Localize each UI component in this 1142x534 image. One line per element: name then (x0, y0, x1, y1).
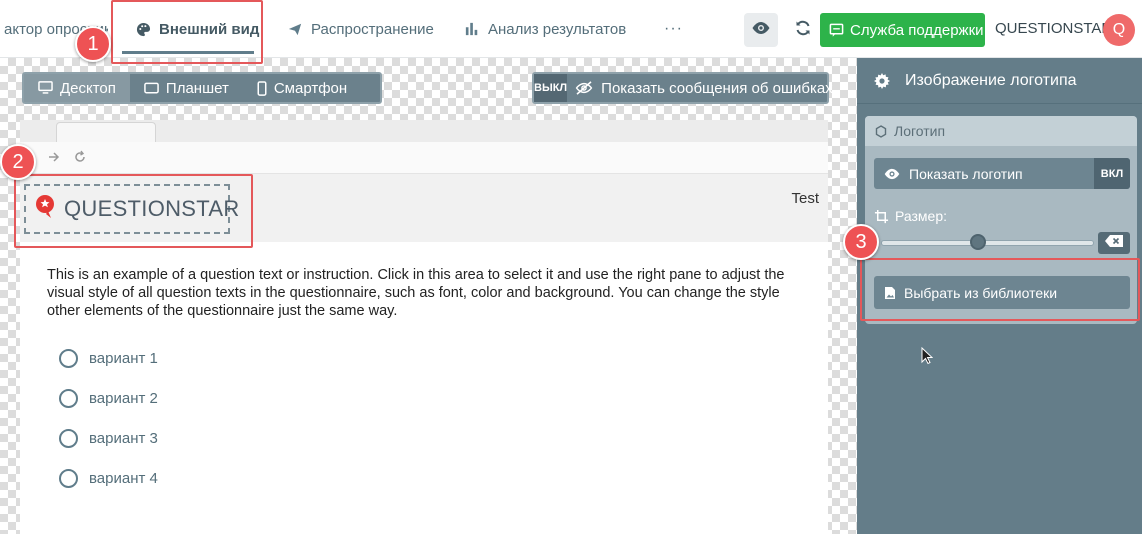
send-icon (286, 20, 304, 38)
logo-section-header: Логотип (865, 116, 1137, 146)
forward-arrow-icon (48, 150, 60, 166)
section-title: Логотип (894, 123, 946, 139)
eye-icon (751, 21, 771, 40)
device-label: Десктоп (60, 79, 116, 97)
more-icon: ··· (664, 20, 683, 37)
show-logo-label: Показать логотип (874, 166, 1094, 182)
backspace-icon (1105, 234, 1123, 252)
survey-header[interactable]: QUESTIONSTAR Test (20, 174, 828, 242)
answer-option[interactable]: вариант 2 (59, 389, 158, 408)
properties-panel: Изображение логотипа Логотип Показать ло… (857, 58, 1142, 534)
device-label: Смартфон (273, 79, 348, 97)
show-errors-label: Показать сообщения об ошибках (567, 80, 833, 97)
answer-option[interactable]: вариант 1 (59, 349, 158, 368)
toggle-label: Показать сообщения об ошибках (601, 79, 833, 97)
size-slider-handle[interactable] (969, 234, 986, 250)
browser-tab (56, 122, 156, 142)
step-marker-2: 2 (0, 144, 36, 180)
question-text[interactable]: This is an example of a question text or… (47, 266, 807, 320)
tab-label: Внешний вид (159, 20, 260, 38)
clear-size-button[interactable] (1098, 232, 1130, 254)
avatar[interactable]: Q (1103, 14, 1135, 46)
toggle-state-badge: ВКЛ (1094, 158, 1130, 189)
support-label: Служба поддержки (850, 21, 984, 39)
tab-results-analysis[interactable]: Анализ результатов (463, 0, 626, 58)
choose-from-library-button[interactable]: Выбрать из библиотеки (874, 276, 1130, 309)
option-label: вариант 3 (89, 430, 158, 447)
device-smartphone-button[interactable]: Смартфон (243, 74, 361, 102)
chat-icon (829, 23, 844, 38)
survey-logo[interactable]: QUESTIONSTAR (24, 184, 239, 234)
tab-distribution[interactable]: Распространение (286, 0, 434, 58)
hexagon-icon (875, 124, 887, 138)
toggle-label: Показать логотип (909, 165, 1023, 182)
step-marker-3: 3 (843, 224, 879, 260)
radio-button[interactable] (59, 349, 78, 368)
option-label: вариант 1 (89, 350, 158, 367)
top-navigation-bar: актор опросника Внешний вид Распростране… (0, 0, 1142, 58)
logo-text: QUESTIONSTAR (64, 196, 240, 221)
smartphone-icon (257, 80, 267, 96)
questionstar-logo-icon (34, 194, 56, 225)
step-marker-1: 1 (75, 26, 111, 62)
browser-tab-bar (20, 120, 828, 142)
sync-icon (794, 19, 812, 42)
image-file-icon (884, 286, 896, 300)
eye-icon (883, 168, 901, 180)
radio-button[interactable] (59, 389, 78, 408)
panel-title: Изображение логотипа (905, 71, 1077, 89)
size-label-text: Размер: (895, 208, 948, 224)
device-tablet-button[interactable]: Планшет (130, 74, 243, 102)
reload-icon (74, 150, 86, 166)
account-name[interactable]: QUESTIONSTAR (995, 20, 1112, 37)
panel-header: Изображение логотипа (857, 58, 1142, 104)
answer-option[interactable]: вариант 3 (59, 429, 158, 448)
bar-chart-icon (463, 20, 481, 38)
show-errors-toggle[interactable]: ВЫКЛ Показать сообщения об ошибках (532, 72, 833, 104)
option-label: вариант 2 (89, 390, 158, 407)
active-tab-indicator (122, 51, 254, 54)
device-label: Планшет (165, 79, 229, 97)
crop-icon (874, 209, 889, 224)
gear-icon (874, 72, 890, 89)
logo-settings-card: Логотип Показать логотип ВКЛ Размер: Выб… (865, 116, 1137, 324)
browser-preview: QUESTIONSTAR Test This is an example of … (20, 120, 828, 534)
show-logo-toggle[interactable]: Показать логотип ВКЛ (874, 158, 1130, 189)
size-label: Размер: (874, 208, 947, 224)
tab-label: Анализ результатов (488, 20, 627, 38)
radio-button[interactable] (59, 469, 78, 488)
preview-button[interactable] (744, 13, 778, 47)
device-desktop-button[interactable]: Десктоп (24, 74, 130, 102)
header-text[interactable]: Test (791, 190, 819, 207)
browser-nav-bar (20, 142, 828, 174)
mouse-cursor-icon (921, 346, 934, 370)
size-slider-track[interactable] (881, 240, 1094, 246)
sync-button[interactable] (790, 17, 816, 43)
palette-icon (134, 20, 152, 38)
option-label: вариант 4 (89, 470, 158, 487)
more-menu-button[interactable]: ··· (664, 0, 683, 58)
desktop-icon (38, 81, 53, 95)
device-switcher: Десктоп Планшет Смартфон (22, 72, 382, 104)
tablet-icon (144, 82, 159, 94)
support-button[interactable]: Служба поддержки (820, 13, 985, 47)
tab-label: Распространение (311, 20, 434, 38)
answer-option[interactable]: вариант 4 (59, 469, 158, 488)
eye-slash-icon (575, 81, 593, 95)
toggle-state-badge: ВЫКЛ (534, 74, 568, 102)
radio-button[interactable] (59, 429, 78, 448)
tab-appearance[interactable]: Внешний вид (134, 0, 259, 58)
choose-label: Выбрать из библиотеки (904, 284, 1058, 301)
